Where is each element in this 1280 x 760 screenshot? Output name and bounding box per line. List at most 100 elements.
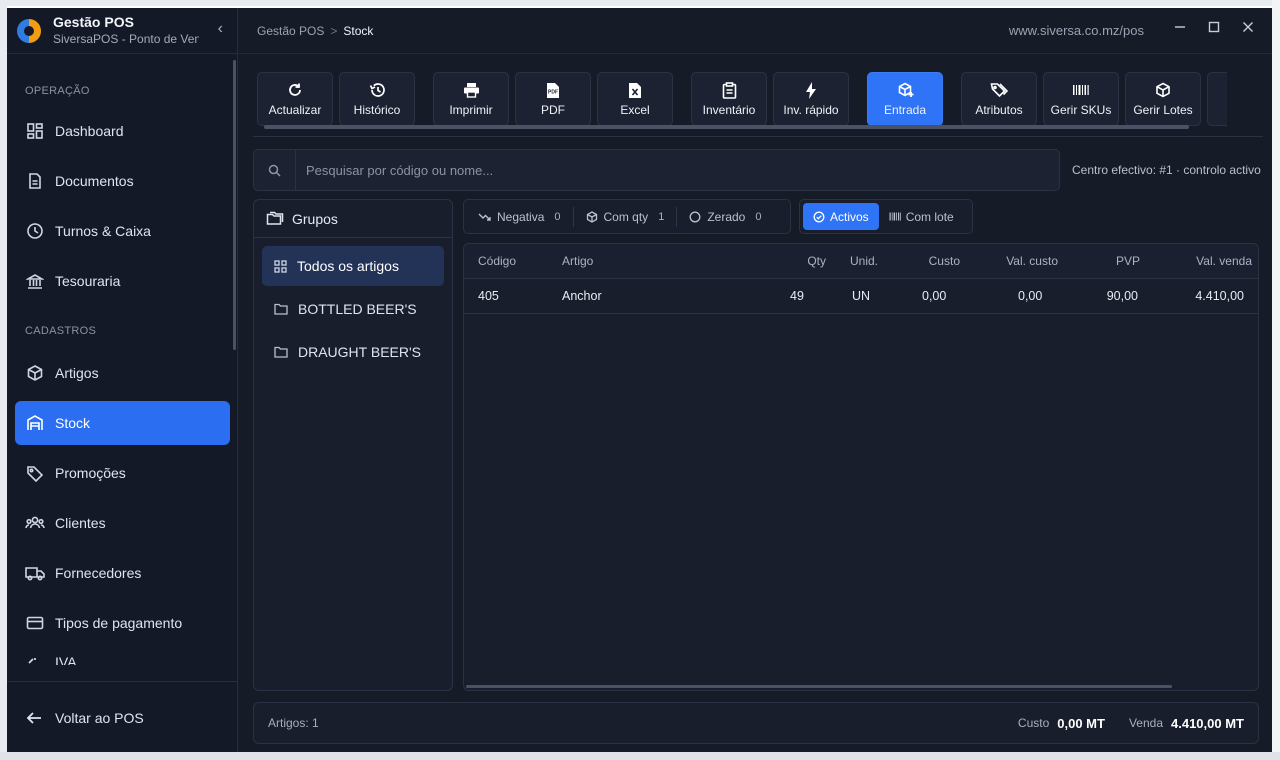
toolbar-label: Gerir SKUs (1050, 103, 1112, 117)
quick-inventory-button[interactable]: Inv. rápido (773, 72, 849, 126)
col-val-custo[interactable]: Val. custo (966, 254, 1064, 268)
toolbar-scrollbar[interactable] (264, 125, 1189, 129)
sidebar-item-label: Stock (55, 415, 91, 431)
totals: Custo 0,00 MT Venda 4.410,00 MT (1018, 703, 1244, 743)
toolbar-label: Excel (620, 103, 650, 117)
minimize-icon[interactable] (1174, 20, 1186, 34)
tags-icon (990, 81, 1008, 99)
stock-filters: Negativa 0 Com qty 1 Zerado 0 (463, 199, 791, 234)
truck-icon (25, 563, 45, 583)
pdf-button[interactable]: PDF PDF (515, 72, 591, 126)
breadcrumb-separator: > (330, 23, 338, 38)
maximize-icon[interactable] (1208, 20, 1220, 34)
col-custo[interactable]: Custo (894, 254, 966, 268)
cell-codigo: 405 (478, 289, 499, 303)
venda-value: 4.410,00 MT (1171, 715, 1244, 731)
trend-down-icon (478, 212, 491, 222)
search-input[interactable] (296, 162, 1059, 178)
filter-negativa[interactable]: Negativa 0 (478, 199, 561, 234)
cell-qty: 49 (790, 289, 804, 303)
close-icon[interactable] (1242, 20, 1254, 34)
sidebar-item-fornecedores[interactable]: Fornecedores (15, 551, 230, 595)
divider (253, 136, 1263, 137)
sidebar-item-label: Turnos & Caixa (55, 223, 151, 239)
breadcrumb-root[interactable]: Gestão POS (257, 24, 324, 38)
sidebar-item-stock[interactable]: Stock (15, 401, 230, 445)
toolbar-label: PDF (541, 103, 565, 117)
grid-icon (274, 259, 287, 273)
sidebar-item-promocoes[interactable]: Promoções (15, 451, 230, 495)
status-toggle: Activos Com lote (799, 199, 973, 234)
divider (7, 681, 238, 682)
entry-button[interactable]: Entrada (867, 72, 943, 126)
brand-title: Gestão POS (53, 14, 134, 30)
sidebar-item-documentos[interactable]: Documentos (15, 159, 230, 203)
sidebar-scrollbar[interactable] (233, 60, 236, 350)
manage-skus-button[interactable]: Gerir SKUs (1043, 72, 1119, 126)
toolbar-label: Entrada (883, 103, 927, 117)
col-val-venda[interactable]: Val. venda (1146, 254, 1258, 268)
history-button[interactable]: Histórico (339, 72, 415, 126)
sidebar-item-tipos-pagamento[interactable]: Tipos de pagamento (15, 601, 230, 645)
circle-icon (689, 211, 701, 223)
refresh-icon (287, 81, 303, 99)
breadcrumb-current: Stock (343, 23, 374, 38)
inventory-button[interactable]: Inventário (691, 72, 767, 126)
divider (676, 206, 678, 227)
filter-zerado[interactable]: Zerado 0 (689, 199, 761, 234)
taskbar-peek (0, 752, 1280, 760)
toolbar-label: Histórico (353, 103, 401, 117)
folders-icon (266, 211, 284, 227)
filter-label: Zerado (707, 209, 746, 224)
toggle-com-lote[interactable]: Com lote (879, 203, 964, 230)
more-toolbar-button[interactable] (1207, 72, 1227, 126)
col-unid[interactable]: Unid. (834, 254, 894, 268)
tag-icon (25, 463, 45, 483)
toggle-label: Com lote (905, 209, 954, 224)
col-artigo[interactable]: Artigo (552, 254, 742, 268)
package-icon (1155, 81, 1171, 99)
sidebar-item-iva[interactable]: IVA (15, 651, 230, 665)
attributes-button[interactable]: Atributos (961, 72, 1037, 126)
excel-icon (628, 81, 642, 99)
section-cadastros: CADASTROS (25, 325, 97, 337)
group-item-label: BOTTLED BEER'S (298, 301, 417, 317)
group-item-bottled-beers[interactable]: BOTTLED BEER'S (262, 289, 444, 329)
toggle-activos[interactable]: Activos (803, 203, 879, 230)
printer-icon (463, 81, 480, 99)
refresh-button[interactable]: Actualizar (257, 72, 333, 126)
filter-count: 0 (554, 210, 561, 223)
cell-pvp: 90,00 (1106, 289, 1138, 303)
table-row[interactable]: 405 Anchor 49 UN 0,00 0,00 90,00 4.410,0… (464, 279, 1258, 314)
desktop-strip (1272, 0, 1280, 760)
print-button[interactable]: Imprimir (433, 72, 509, 126)
toolbar-label: Inv. rápido (783, 103, 839, 117)
group-item-draught-beers[interactable]: DRAUGHT BEER'S (262, 332, 444, 372)
group-item-label: Todos os artigos (297, 258, 399, 274)
cell-val-custo: 0,00 (1018, 289, 1043, 303)
clipboard-icon (722, 81, 737, 99)
col-qty[interactable]: Qty (742, 254, 834, 268)
sidebar-item-label: Artigos (55, 365, 99, 381)
group-item-all[interactable]: Todos os artigos (262, 246, 444, 286)
col-codigo[interactable]: Código (464, 254, 552, 268)
sidebar-item-artigos[interactable]: Artigos (15, 351, 230, 395)
sidebar-item-dashboard[interactable]: Dashboard (15, 109, 230, 153)
filter-com-qty[interactable]: Com qty 1 (586, 199, 664, 234)
manage-lots-button[interactable]: Gerir Lotes (1125, 72, 1201, 126)
table-scrollbar[interactable] (466, 685, 1172, 688)
box-plus-icon (897, 81, 914, 99)
cell-custo: 0,00 (922, 289, 947, 303)
back-to-pos-button[interactable]: Voltar ao POS (15, 698, 144, 738)
sidebar-item-label: Clientes (55, 515, 106, 531)
filter-label: Negativa (497, 209, 545, 224)
collapse-sidebar-icon[interactable]: ‹ (218, 20, 223, 38)
sidebar-item-label: IVA (55, 654, 77, 665)
excel-button[interactable]: Excel (597, 72, 673, 126)
item-count: Artigos: 1 (268, 716, 319, 730)
sidebar-item-turnos[interactable]: Turnos & Caixa (15, 209, 230, 253)
sidebar-item-clientes[interactable]: Clientes (15, 501, 230, 545)
svg-text:PDF: PDF (548, 89, 558, 95)
col-pvp[interactable]: PVP (1064, 254, 1146, 268)
sidebar-item-tesouraria[interactable]: Tesouraria (15, 259, 230, 303)
